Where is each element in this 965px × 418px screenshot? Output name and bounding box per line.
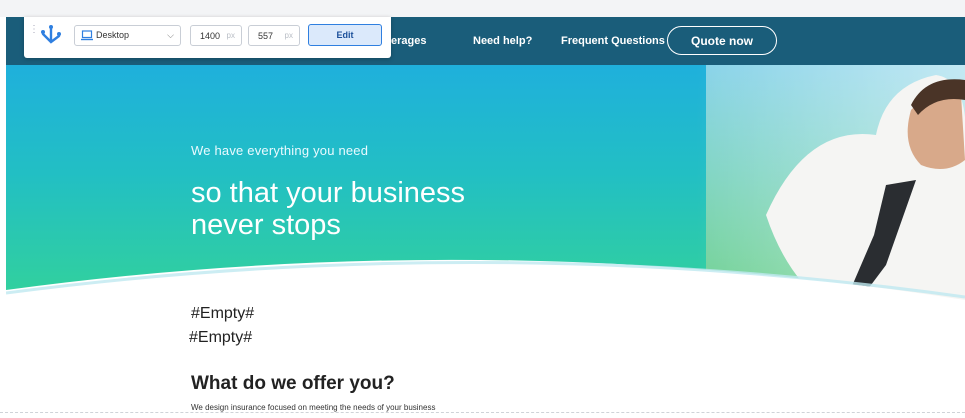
photo-fade bbox=[696, 65, 965, 305]
nav-link-coverages[interactable]: erages bbox=[391, 35, 426, 48]
hero-wave bbox=[6, 259, 965, 305]
laptop-icon bbox=[81, 30, 93, 41]
chevron-down-icon: ⌵ bbox=[167, 30, 174, 40]
height-unit: px bbox=[284, 31, 293, 40]
nav-link-faq[interactable]: Frequent Questions bbox=[561, 35, 665, 48]
hero-title-line2: never stops bbox=[191, 209, 341, 241]
width-input[interactable]: 1400 px bbox=[190, 25, 242, 46]
hero-title: so that your business never stops bbox=[191, 177, 465, 241]
man-tie bbox=[846, 180, 916, 305]
empty-placeholder: #Empty# bbox=[189, 329, 253, 346]
height-input[interactable]: 557 px bbox=[248, 25, 300, 46]
nav-link-need-help[interactable]: Need help? bbox=[473, 35, 532, 48]
edit-button[interactable]: Edit bbox=[308, 24, 382, 46]
hero-title-line1: so that your business bbox=[191, 177, 466, 209]
device-select[interactable]: Desktop ⌵ bbox=[74, 25, 181, 46]
photo-background bbox=[706, 65, 965, 305]
height-value: 557 bbox=[258, 31, 274, 41]
man-hair bbox=[911, 79, 965, 115]
hero-banner bbox=[6, 65, 965, 305]
width-value: 1400 bbox=[200, 31, 221, 41]
logo-icon bbox=[41, 25, 61, 44]
section-heading: What do we offer you? bbox=[191, 373, 395, 394]
quote-now-button[interactable]: Quote now bbox=[667, 26, 777, 55]
drag-handle-icon[interactable]: ⋮ bbox=[29, 25, 39, 35]
top-strip bbox=[0, 0, 965, 17]
man-face bbox=[907, 92, 965, 169]
hero-subtitle: We have everything you need bbox=[191, 143, 369, 158]
width-unit: px bbox=[226, 31, 235, 40]
empty-placeholder: #Empty# bbox=[191, 305, 255, 322]
divider bbox=[0, 412, 965, 413]
section-subheading: We design insurance focused on meeting t… bbox=[191, 403, 436, 412]
device-select-label: Desktop bbox=[96, 30, 130, 40]
hero-wave-line bbox=[6, 261, 965, 299]
man-shirt bbox=[766, 75, 965, 305]
hero-art bbox=[6, 65, 965, 305]
